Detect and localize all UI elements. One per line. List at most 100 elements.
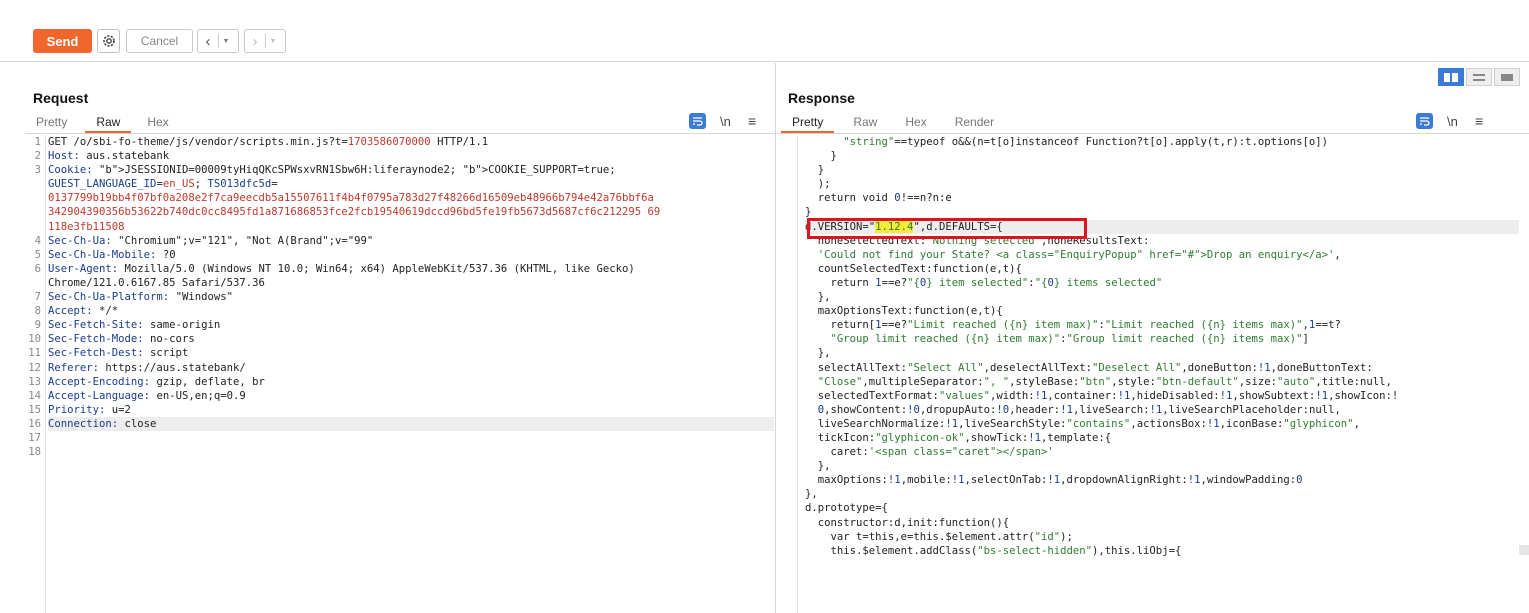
line-number: 2 xyxy=(34,150,41,163)
line-number: 4 xyxy=(34,234,41,247)
settings-gear-button[interactable] xyxy=(97,29,120,53)
line-number: 11 xyxy=(28,347,41,360)
line-number xyxy=(25,177,45,191)
response-line: constructor:d,init:function(){ xyxy=(805,516,1010,529)
line-number: 13 xyxy=(28,375,41,388)
line-number: 18 xyxy=(28,446,41,459)
request-pane: Request Pretty Raw Hex \n ≡ 1 2 3 4 5 6 7 8 9 10 1… xyxy=(25,63,776,613)
response-line: maxOptionsText:function(e,t){ xyxy=(805,305,1003,318)
request-line: Priority: u=2 xyxy=(48,403,131,416)
response-line: d.prototype={ xyxy=(805,502,888,515)
request-line: Connection: close xyxy=(48,416,774,431)
line-number xyxy=(25,205,45,219)
response-menu-icon[interactable]: ≡ xyxy=(1475,112,1483,130)
request-line: 342904390356b53622b740dc0cc8495fd1a87168… xyxy=(48,206,661,219)
forward-arrow-icon[interactable]: › xyxy=(245,30,265,52)
response-wrap-toggle[interactable] xyxy=(1416,112,1433,130)
request-line xyxy=(48,445,774,459)
line-number: 8 xyxy=(34,305,41,318)
response-line: 'Could not find your State? <a class="En… xyxy=(817,248,1341,261)
request-line: Sec-Ch-Ua: "Chromium";v="121", "Not A(Br… xyxy=(48,234,374,247)
request-line: GET /o/sbi-fo-theme/js/vendor/scripts.mi… xyxy=(48,136,489,148)
request-editor[interactable]: 1 2 3 4 5 6 7 8 9 10 11 12 13 14 15 16 17 18 GET /o/sbi-f… xyxy=(25,135,775,613)
line-number xyxy=(25,220,45,234)
request-line: Sec-Fetch-Site: same-origin xyxy=(48,319,221,332)
response-line: this.$element.addClass("bs-select-hidden… xyxy=(805,544,1182,557)
response-editor[interactable]: "string"==typeof o&&(n=t[o]instanceof Fu… xyxy=(777,135,1519,613)
response-tab-pretty[interactable]: Pretty xyxy=(781,111,835,133)
request-line: 118e3fb11508 xyxy=(48,220,125,233)
request-line: 0137799b19bb4f07bf0a208e2f7ca9eecdb5a155… xyxy=(48,192,654,205)
forward-nav-group[interactable]: › ▼ xyxy=(244,29,286,53)
response-line: 0,showContent:!0,dropupAuto:!0,header:!1… xyxy=(817,403,1341,416)
request-menu-icon[interactable]: ≡ xyxy=(748,112,756,130)
request-tabs: Pretty Raw Hex xyxy=(25,111,180,133)
response-line: } xyxy=(805,150,837,163)
layout-split-vertical-button[interactable] xyxy=(1466,68,1492,86)
response-line: "string"==typeof o&&(n=t[o]instanceof Fu… xyxy=(843,136,1329,148)
request-wrap-toggle[interactable] xyxy=(689,112,706,130)
request-line: Accept-Encoding: gzip, deflate, br xyxy=(48,375,265,388)
request-tab-pretty[interactable]: Pretty xyxy=(25,111,78,133)
layout-tabs-button[interactable] xyxy=(1494,68,1520,86)
response-line: }, xyxy=(805,291,831,304)
scrollbar-corner[interactable] xyxy=(1519,545,1529,555)
line-number: 6 xyxy=(34,262,41,275)
request-line: Sec-Ch-Ua-Platform: "Windows" xyxy=(48,291,233,304)
line-number: 17 xyxy=(28,431,41,444)
request-line: GUEST_LANGUAGE_ID=en_US; TS013dfc5d= xyxy=(48,178,278,191)
toolbar: Send Cancel ‹ ▼ › ▼ xyxy=(0,0,1529,62)
response-pane: Response Pretty Raw Hex Render \n ≡ "str… xyxy=(777,63,1529,613)
line-number: 10 xyxy=(28,333,41,346)
response-tab-render[interactable]: Render xyxy=(944,111,1005,133)
line-number: 3 xyxy=(34,164,41,177)
forward-dropdown-icon[interactable]: ▼ xyxy=(266,30,280,52)
response-line: liveSearchNormalize:!1,liveSearchStyle:"… xyxy=(805,417,1360,430)
request-line: Accept-Language: en-US,en;q=0.9 xyxy=(48,389,246,402)
response-tab-hex[interactable]: Hex xyxy=(894,111,937,133)
response-line: var t=this,e=this.$element.attr("id"); xyxy=(805,530,1073,543)
request-tab-raw[interactable]: Raw xyxy=(85,111,132,133)
response-line: return 1==e?"{0} item selected":"{0} ite… xyxy=(805,276,1163,289)
line-number: 16 xyxy=(28,417,41,430)
wrap-lines-icon xyxy=(689,113,706,129)
request-line: Cookie: "b">JSESSIONID=00009tyHiqQKcSPWs… xyxy=(48,164,616,177)
request-line: Sec-Fetch-Mode: no-cors xyxy=(48,333,195,346)
request-tab-hex[interactable]: Hex xyxy=(136,111,179,133)
cancel-button[interactable]: Cancel xyxy=(126,29,193,53)
request-newline-toggle[interactable]: \n xyxy=(720,112,731,130)
response-line: }, xyxy=(805,347,831,360)
columns-icon xyxy=(1444,72,1458,82)
layout-split-horizontal-button[interactable] xyxy=(1438,68,1464,86)
wrap-lines-icon xyxy=(1416,113,1433,129)
response-line: return void 0!==n?n:e xyxy=(805,192,952,205)
response-title: Response xyxy=(788,90,855,106)
back-nav-group[interactable]: ‹ ▼ xyxy=(197,29,239,53)
line-number xyxy=(25,276,45,290)
line-number: 15 xyxy=(28,403,41,416)
response-line: return[1==e?"Limit reached ({n} item max… xyxy=(805,319,1341,332)
version-highlight-box xyxy=(807,218,1087,239)
response-newline-toggle[interactable]: \n xyxy=(1447,112,1458,130)
request-line: Accept: */* xyxy=(48,305,119,318)
back-arrow-icon[interactable]: ‹ xyxy=(198,30,218,52)
response-line: "Group limit reached ({n} item max)":"Gr… xyxy=(830,333,1309,346)
response-line: ); xyxy=(805,178,831,191)
request-line: Chrome/121.0.6167.85 Safari/537.36 xyxy=(48,276,265,289)
layout-switcher xyxy=(1438,68,1520,86)
send-button[interactable]: Send xyxy=(33,29,92,53)
response-line: selectedTextFormat:"values",width:!1,con… xyxy=(805,389,1399,402)
response-line: countSelectedText:function(e,t){ xyxy=(805,262,1022,275)
response-tab-raw[interactable]: Raw xyxy=(842,111,888,133)
line-number: 12 xyxy=(28,361,41,374)
back-dropdown-icon[interactable]: ▼ xyxy=(219,30,233,52)
response-line: tickIcon:"glyphicon-ok",showTick:!1,temp… xyxy=(805,431,1112,444)
response-line: selectAllText:"Select All",deselectAllTe… xyxy=(805,361,1373,374)
line-number: 1 xyxy=(34,136,41,148)
request-line: Sec-Ch-Ua-Mobile: ?0 xyxy=(48,248,176,261)
response-line: maxOptions:!1,mobile:!1,selectOnTab:!1,d… xyxy=(805,474,1303,487)
request-title: Request xyxy=(33,90,89,106)
request-line: Host: aus.statebank xyxy=(48,150,170,163)
line-number xyxy=(25,191,45,205)
request-line: User-Agent: Mozilla/5.0 (Windows NT 10.0… xyxy=(48,262,635,275)
